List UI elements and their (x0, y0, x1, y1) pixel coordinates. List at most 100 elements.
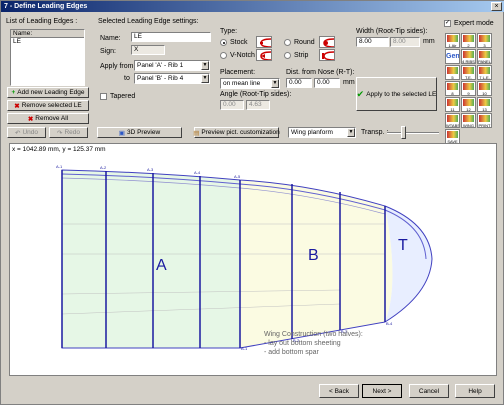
dist-unit: mm (343, 79, 355, 86)
tool-label: 10 DEG (482, 91, 487, 96)
tapered-checkbox[interactable] (100, 93, 107, 100)
width-tip-field[interactable]: 8.00 (390, 37, 420, 47)
3d-cube-icon: ▣ (118, 129, 125, 137)
panel-b-area (240, 180, 393, 348)
to-label: to (124, 75, 130, 82)
rib-label: B-4 (386, 321, 393, 326)
tool-label: 11 RIBS (450, 107, 455, 112)
construction-notes: Wing Construction (two halves): - lay ou… (264, 330, 363, 357)
placement-select[interactable]: on mean line ▼ (220, 78, 280, 89)
tool-print-icon[interactable]: PRINT (477, 113, 492, 128)
tool-save-icon[interactable]: SAVE (445, 129, 460, 144)
tool-label: 3 Wfoils (483, 43, 486, 48)
chevron-down-icon[interactable]: ▼ (201, 74, 209, 83)
remove-all-button[interactable]: ✖ Remove All (7, 113, 89, 124)
transp-label: Transp. : (361, 129, 389, 136)
remove-selected-button[interactable]: ✖ Remove selected LE (7, 100, 89, 111)
tool-12-hole-icon[interactable]: 12 HOLE (461, 97, 476, 112)
tool-8-spar-icon[interactable]: 8 SPAR (445, 81, 460, 96)
add-leading-edge-button[interactable]: + Add new Leading Edge (7, 87, 89, 98)
tool-5-sheet-icon[interactable]: 5 SHEET (445, 65, 460, 80)
round-le-icon (319, 36, 335, 48)
vnotch-le-icon (256, 49, 272, 61)
help-button[interactable]: Help (455, 384, 495, 398)
tool-7-l-e--icon[interactable]: 7 L.E. (477, 65, 492, 80)
tool-10-deg-icon[interactable]: 10 DEG (477, 81, 492, 96)
tool-4-ribs-icon[interactable]: 4 RIBS (461, 49, 476, 64)
name-field[interactable]: LE (131, 32, 211, 42)
redo-button[interactable]: ↷ Redo (49, 127, 88, 138)
tool-9-hole-icon[interactable]: 9 HOLE (461, 81, 476, 96)
stock-le-icon (256, 36, 272, 48)
dist-tip-field[interactable]: 0.00 (314, 78, 340, 88)
tool-label: 13 MLD (482, 107, 487, 112)
list-item[interactable]: LE (11, 38, 84, 45)
tool-label: WING TIP (463, 123, 474, 128)
tool-1-air-icon[interactable]: 1 Air (445, 33, 460, 48)
type-stock-label: Stock (230, 39, 248, 46)
define-leading-edges-window: 7 - Define Leading Edges × List of Leadi… (0, 0, 504, 405)
expert-mode-checkbox[interactable]: ✓ (444, 20, 451, 27)
wing-planform-canvas[interactable]: x = 1042.89 mm, y = 125.37 mm A-1 A-2 A-… (9, 143, 497, 376)
type-vnotch-label: V-Notch (230, 52, 255, 59)
type-strip-label: Strip (294, 52, 309, 59)
preview-3d-button[interactable]: ▣ 3D Preview (97, 127, 182, 138)
angle-tip-field[interactable]: 4.63 (246, 100, 270, 110)
transparency-slider-track[interactable] (387, 132, 439, 134)
back-button[interactable]: < Back (319, 384, 359, 398)
tool-wtabs-icon[interactable]: WTABS (445, 113, 460, 128)
sign-field[interactable]: X (131, 45, 165, 55)
tool-wing-tip-icon[interactable]: WING TIP (461, 113, 476, 128)
tool-panel-editing-icon[interactable]: PANEL EDITING (477, 49, 492, 64)
chevron-down-icon[interactable]: ▼ (271, 79, 279, 88)
cancel-button[interactable]: Cancel (409, 384, 449, 398)
tool-label: T.E. (465, 75, 472, 80)
tool-t-e--icon[interactable]: T.E. (461, 65, 476, 80)
title-bar: 7 - Define Leading Edges (1, 1, 504, 12)
width-root-field[interactable]: 8.00 (356, 37, 389, 47)
plus-icon: + (11, 89, 16, 96)
rib-label: A-4 (194, 170, 201, 175)
rib-label: A-1 (56, 164, 63, 169)
type-round-radio[interactable] (284, 39, 291, 46)
apply-from-select[interactable]: Panel 'A' - Rib 1 ▼ (134, 60, 210, 71)
tool-label: WTABS (446, 123, 460, 128)
panel-a-area (62, 170, 240, 348)
chevron-down-icon[interactable]: ▼ (201, 61, 209, 70)
close-icon[interactable]: × (491, 2, 502, 11)
tool-label: 5 SHEET (451, 75, 454, 80)
dist-label: Dist. from Nose (R-T): (286, 69, 355, 76)
undo-button[interactable]: ↶ Undo (7, 127, 46, 138)
tool-2-wings-icon[interactable]: 2 Wings (461, 33, 476, 48)
sign-label: Sign: (100, 48, 116, 55)
tool-label: 12 HOLE (466, 107, 471, 112)
tool-11-ribs-icon[interactable]: 11 RIBS (445, 97, 460, 112)
type-stock-radio[interactable] (220, 39, 227, 46)
next-button[interactable]: Next > (362, 384, 402, 398)
note-line: Wing Construction (two halves): (264, 331, 363, 338)
remove-icon: ✖ (14, 102, 20, 110)
tool-3-wfoils-icon[interactable]: 3 Wfoils (477, 33, 492, 48)
leading-edge-list[interactable]: Name: LE (10, 29, 85, 86)
checkmark-icon: ✔ (356, 88, 365, 99)
chevron-down-icon[interactable]: ▼ (347, 128, 355, 137)
apply-to-selected-button[interactable]: ✔ Apply to the selected LE (356, 77, 437, 111)
undo-icon: ↶ (15, 129, 21, 137)
tool-gen-icon[interactable]: Gen (445, 49, 460, 64)
panel-label: B (308, 247, 319, 264)
angle-root-field[interactable]: 0.00 (220, 100, 244, 110)
preview-pict-button[interactable]: ▤ Preview pict. customization (193, 127, 280, 138)
tool-13-mld-icon[interactable]: 13 MLD (477, 97, 492, 112)
type-vnotch-radio[interactable] (220, 52, 227, 59)
transparency-slider-thumb[interactable] (400, 126, 406, 139)
width-label: Width (Root-Tip sides): (356, 28, 428, 35)
apply-to-select[interactable]: Panel 'B' - Rib 4 ▼ (134, 73, 210, 84)
tool-label: 1 Air (448, 43, 457, 48)
rib-label: A-3 (147, 167, 154, 172)
tool-label: 7 L.E. (479, 75, 490, 80)
expert-mode-label: Expert mode (454, 20, 494, 27)
list-header: List of Leading Edges : (6, 18, 78, 25)
type-strip-radio[interactable] (284, 52, 291, 59)
dist-root-field[interactable]: 0.00 (286, 78, 312, 88)
view-select[interactable]: Wing planform ▼ (288, 127, 356, 138)
